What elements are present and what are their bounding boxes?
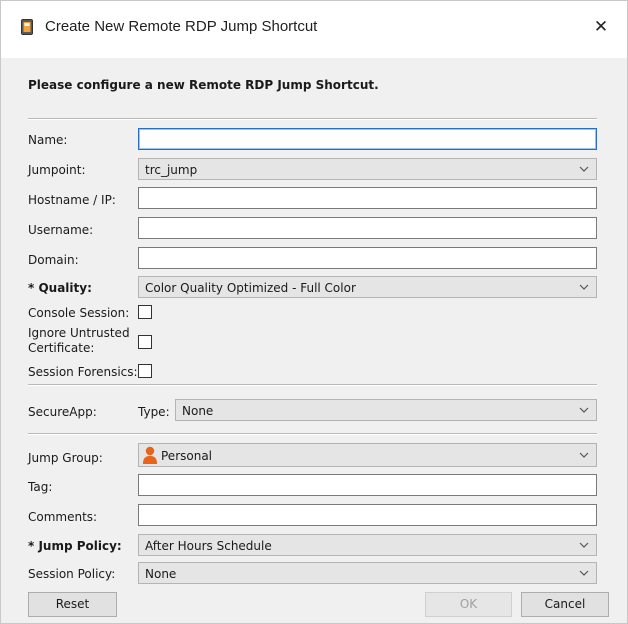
quality-select[interactable]: Color Quality Optimized - Full Color [138, 276, 597, 298]
secureapp-type-select[interactable]: None [175, 399, 597, 421]
console-session-checkbox[interactable] [138, 305, 152, 319]
ignore-cert-label-line2: Certificate: [28, 341, 95, 355]
chevron-down-icon [579, 166, 589, 172]
cancel-button[interactable]: Cancel [521, 592, 609, 617]
app-icon [21, 19, 33, 35]
quality-label: * Quality: [28, 281, 92, 295]
jumpoint-value: trc_jump [145, 163, 198, 177]
person-icon [143, 446, 157, 464]
hostname-input[interactable] [138, 187, 597, 209]
tag-label: Tag: [28, 480, 53, 494]
divider [28, 384, 597, 386]
divider [28, 433, 597, 435]
ignore-cert-label: Ignore Untrusted Certificate: [28, 326, 130, 356]
title-bar: Create New Remote RDP Jump Shortcut ✕ [1, 1, 627, 58]
username-label: Username: [28, 223, 94, 237]
secureapp-label: SecureApp: [28, 405, 97, 419]
chevron-down-icon [579, 542, 589, 548]
jumpoint-label: Jumpoint: [28, 163, 86, 177]
session-policy-label: Session Policy: [28, 567, 116, 581]
jump-group-label: Jump Group: [28, 451, 103, 465]
jumpoint-select[interactable]: trc_jump [138, 158, 597, 180]
divider [28, 118, 597, 120]
quality-value: Color Quality Optimized - Full Color [145, 281, 356, 295]
console-session-label: Console Session: [28, 306, 130, 320]
name-input[interactable] [138, 128, 597, 150]
jump-policy-label: * Jump Policy: [28, 539, 122, 553]
chevron-down-icon [579, 570, 589, 576]
close-button[interactable]: ✕ [589, 15, 613, 39]
session-policy-value: None [145, 567, 177, 581]
ok-button[interactable]: OK [425, 592, 512, 617]
comments-input[interactable] [138, 504, 597, 526]
dialog-window: Create New Remote RDP Jump Shortcut ✕ Pl… [0, 0, 628, 624]
chevron-down-icon [579, 284, 589, 290]
jump-policy-select[interactable]: After Hours Schedule [138, 534, 597, 556]
chevron-down-icon [579, 407, 589, 413]
username-input[interactable] [138, 217, 597, 239]
ignore-cert-checkbox[interactable] [138, 335, 152, 349]
name-label: Name: [28, 133, 68, 147]
window-title: Create New Remote RDP Jump Shortcut [45, 18, 318, 35]
session-forensics-checkbox[interactable] [138, 364, 152, 378]
ignore-cert-label-line1: Ignore Untrusted [28, 326, 130, 340]
session-forensics-label: Session Forensics: [28, 365, 138, 379]
reset-button[interactable]: Reset [28, 592, 117, 617]
chevron-down-icon [579, 452, 589, 458]
domain-label: Domain: [28, 253, 79, 267]
secureapp-type-label: Type: [138, 405, 170, 419]
domain-input[interactable] [138, 247, 597, 269]
jump-group-value: Personal [161, 449, 213, 463]
form-heading: Please configure a new Remote RDP Jump S… [28, 78, 379, 92]
secureapp-type-value: None [182, 404, 214, 418]
hostname-label: Hostname / IP: [28, 193, 116, 207]
close-icon: ✕ [593, 17, 609, 37]
tag-input[interactable] [138, 474, 597, 496]
comments-label: Comments: [28, 510, 98, 524]
jump-group-select[interactable]: Personal [138, 443, 597, 467]
session-policy-select[interactable]: None [138, 562, 597, 584]
jump-policy-value: After Hours Schedule [145, 539, 272, 553]
